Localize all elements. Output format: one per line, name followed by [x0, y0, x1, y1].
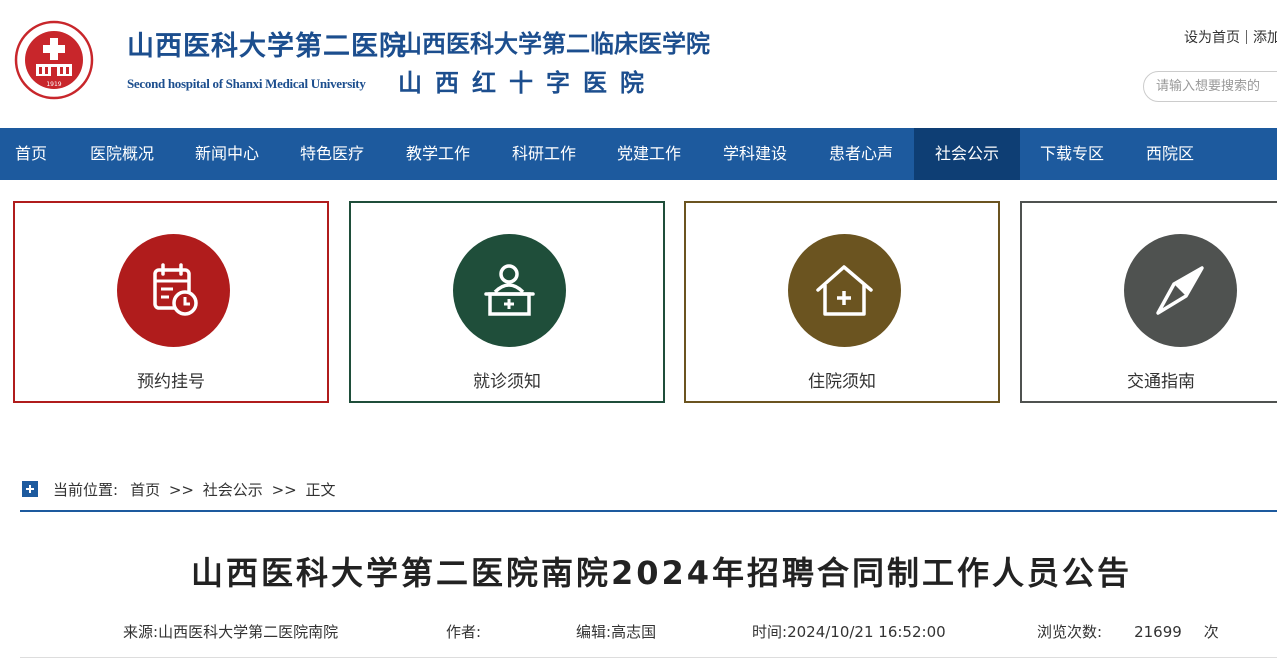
article-editor: 编辑:高志国	[576, 621, 656, 642]
source-value: 山西医科大学第二医院南院	[158, 623, 339, 641]
search-input[interactable]: 请输入想要搜索的	[1143, 71, 1277, 102]
article-author: 作者:	[446, 621, 481, 642]
nav-item[interactable]: 新闻中心	[175, 128, 279, 180]
nav-item[interactable]: 医院概况	[70, 128, 174, 180]
set-homepage-link[interactable]: 设为首页	[1184, 30, 1240, 46]
nav-item[interactable]: 患者心声	[809, 128, 913, 180]
nav-item[interactable]: 学科建设	[703, 128, 807, 180]
nav-item[interactable]: 西院区	[1125, 128, 1215, 180]
article-time: 时间:2024/10/21 16:52:00	[752, 621, 946, 642]
nav-item[interactable]: 下载专区	[1020, 128, 1124, 180]
breadcrumb-home[interactable]: 首页	[130, 481, 160, 499]
clinical-college-name: 山西医科大学第二临床医学院	[398, 29, 710, 58]
top-links: 设为首页 添加	[1184, 27, 1277, 47]
red-cross-hospital-name: 山西红十字医院	[398, 68, 657, 97]
plus-square-icon	[22, 481, 38, 497]
nav-item[interactable]: 党建工作	[597, 128, 701, 180]
views-label: 浏览次数:	[1037, 623, 1103, 641]
calendar-clock-icon	[117, 234, 230, 347]
breadcrumb-separator: >>	[168, 481, 194, 499]
nav-item[interactable]: 教学工作	[386, 128, 490, 180]
time-value: 2024/10/21 16:52:00	[787, 623, 946, 641]
service-card-traffic-guide[interactable]: 交通指南	[1020, 201, 1277, 403]
article-source: 来源:山西医科大学第二医院南院	[123, 621, 338, 642]
breadcrumb-current: 正文	[305, 481, 336, 499]
breadcrumb-divider	[20, 510, 1277, 512]
editor-label: 编辑:	[576, 623, 612, 641]
link-separator	[1246, 30, 1247, 44]
service-label: 预约挂号	[137, 372, 205, 392]
author-label: 作者:	[446, 623, 482, 641]
breadcrumb: 当前位置: 首页 >> 社会公示 >> 正文	[53, 479, 340, 500]
views-unit: 次	[1203, 623, 1219, 641]
add-favorite-link[interactable]: 添加	[1253, 30, 1277, 46]
breadcrumb-separator: >>	[271, 481, 297, 499]
service-label: 住院须知	[808, 372, 876, 392]
article-views: 浏览次数: 21699 次	[1037, 621, 1219, 642]
main-nav: 首页 医院概况 新闻中心 特色医疗 教学工作 科研工作 党建工作 学科建设 患者心声 社会公示 下载…	[0, 128, 1277, 180]
house-plus-icon	[788, 234, 901, 347]
source-label: 来源:	[123, 623, 159, 641]
service-label: 就诊须知	[473, 372, 541, 392]
meta-divider	[20, 657, 1277, 658]
service-card-inpatient-notice[interactable]: 住院须知	[684, 201, 1000, 403]
svg-text:1919: 1919	[46, 81, 61, 88]
time-label: 时间:	[752, 623, 788, 641]
doctor-desk-icon	[453, 234, 566, 347]
nav-item[interactable]: 特色医疗	[280, 128, 384, 180]
nav-item[interactable]: 科研工作	[492, 128, 596, 180]
breadcrumb-prefix: 当前位置:	[53, 481, 119, 499]
service-card-visit-notice[interactable]: 就诊须知	[349, 201, 665, 403]
views-value: 21699	[1134, 623, 1182, 641]
editor-value: 高志国	[611, 623, 657, 641]
compass-icon	[1124, 234, 1237, 347]
nav-item[interactable]: 首页	[0, 128, 62, 180]
article-title: 山西医科大学第二医院南院2024年招聘合同制工作人员公告	[190, 554, 1133, 592]
site-header: 1919 山西医科大学第二医院 Second hospital of Shanx…	[0, 0, 1277, 128]
service-card-appointment[interactable]: 预约挂号	[13, 201, 329, 403]
hospital-name-en: Second hospital of Shanxi Medical Univer…	[127, 76, 366, 91]
hospital-logo-icon[interactable]: 1919	[14, 20, 94, 100]
hospital-name[interactable]: 山西医科大学第二医院	[127, 24, 407, 63]
nav-item[interactable]: 社会公示	[914, 128, 1020, 180]
service-label: 交通指南	[1127, 372, 1195, 392]
breadcrumb-social-notice[interactable]: 社会公示	[203, 481, 263, 499]
